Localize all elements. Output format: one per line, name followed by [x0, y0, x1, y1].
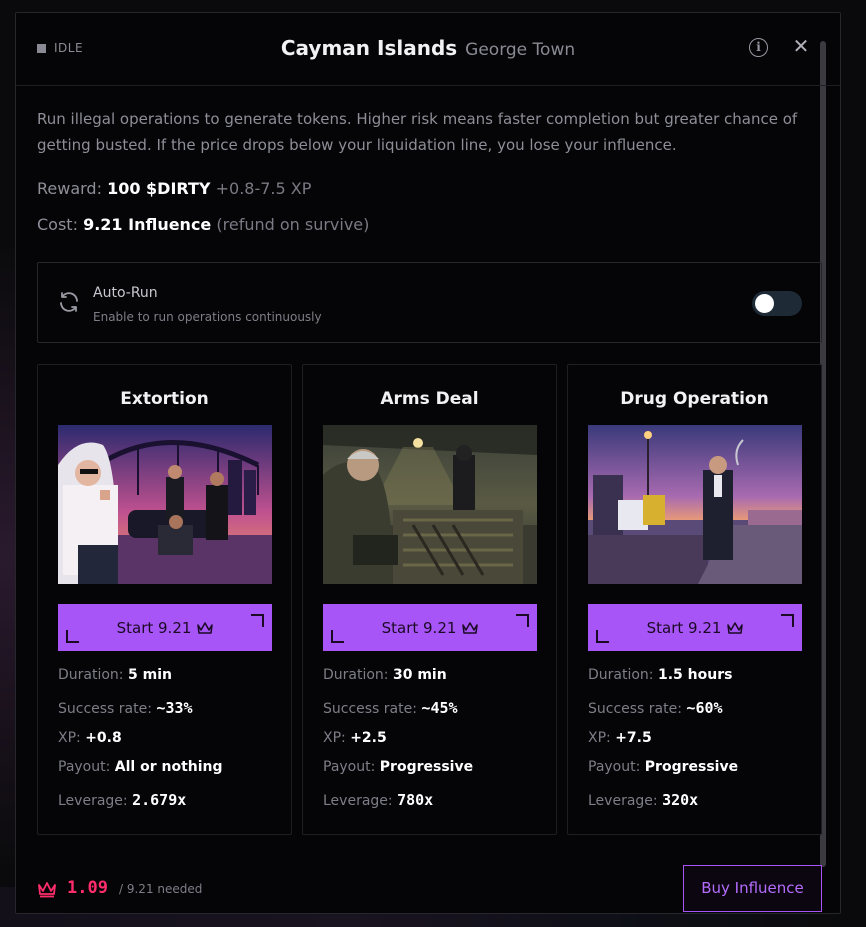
reward-label: Reward: — [37, 179, 102, 198]
corner-bracket-icon — [66, 630, 79, 643]
crown-icon — [38, 882, 56, 898]
operation-title: Arms Deal — [380, 389, 479, 409]
operation-card-extortion: Extortion Start 9.21 Duration: 5 min Suc… — [37, 364, 292, 835]
operation-title: Drug Operation — [620, 389, 769, 409]
payout-row: Payout: Progressive — [323, 759, 473, 775]
buy-influence-button[interactable]: Buy Influence — [683, 865, 822, 912]
stat-label: Payout: — [323, 759, 376, 775]
leverage-value: 2.679x — [132, 791, 187, 809]
extortion-illustration — [58, 425, 272, 584]
autorun-subtitle: Enable to run operations continuously — [93, 310, 322, 324]
crown-icon — [727, 621, 744, 634]
stat-label: Leverage: — [58, 793, 128, 809]
stat-label: Leverage: — [323, 793, 393, 809]
operation-card-drug-operation: Drug Operation Start 9.21 Duration: 1.5 … — [567, 364, 822, 835]
stat-label: Duration: — [588, 667, 654, 683]
duration-value: 5 min — [127, 667, 172, 683]
cost-note: (refund on survive) — [216, 215, 370, 234]
leverage-row: Leverage: 780x — [323, 791, 433, 809]
start-label: Start 9.21 — [646, 618, 722, 637]
autorun-toggle[interactable] — [752, 291, 802, 316]
payout-value: Progressive — [379, 759, 474, 775]
cost-label: Cost: — [37, 215, 78, 234]
duration-row: Duration: 30 min — [323, 667, 447, 683]
corner-bracket-icon — [251, 614, 264, 627]
payout-row: Payout: Progressive — [588, 759, 738, 775]
modal-header: IDLE Cayman Islands George Town i ✕ — [16, 13, 840, 86]
payout-value: All or nothing — [114, 759, 223, 775]
start-button[interactable]: Start 9.21 — [323, 604, 537, 651]
crown-icon — [197, 621, 214, 634]
close-icon[interactable]: ✕ — [790, 35, 812, 57]
autorun-panel: Auto-Run Enable to run operations contin… — [37, 262, 822, 343]
success-value: ~60% — [686, 699, 723, 717]
autorun-title: Auto-Run — [93, 285, 158, 301]
description: Run illegal operations to generate token… — [37, 110, 798, 154]
leverage-row: Leverage: 2.679x — [58, 791, 186, 809]
xp-row: XP: +0.8 — [58, 730, 122, 746]
stat-label: Duration: — [323, 667, 389, 683]
stat-label: Duration: — [58, 667, 124, 683]
stat-label: Success rate: — [58, 701, 152, 717]
payout-value: Progressive — [644, 759, 739, 775]
info-icon[interactable]: i — [749, 38, 768, 57]
stat-label: Success rate: — [588, 701, 682, 717]
refresh-icon — [60, 292, 78, 312]
stat-label: Payout: — [58, 759, 111, 775]
cost-line: Cost: 9.21 Influence (refund on survive) — [37, 215, 369, 234]
corner-bracket-icon — [596, 630, 609, 643]
cost-amount: 9.21 Influence — [83, 215, 212, 234]
toggle-knob — [755, 294, 774, 313]
success-row: Success rate: ~45% — [323, 699, 458, 717]
xp-value: +7.5 — [615, 730, 652, 746]
duration-row: Duration: 5 min — [58, 667, 172, 683]
xp-value: +2.5 — [350, 730, 387, 746]
location-subtitle: George Town — [465, 40, 576, 60]
drug-operation-illustration — [588, 425, 802, 584]
reward-line: Reward: 100 $DIRTY +0.8-7.5 XP — [37, 179, 311, 198]
location-title: Cayman Islands — [280, 36, 458, 60]
success-value: ~33% — [156, 699, 193, 717]
stat-label: XP: — [323, 730, 346, 746]
start-button[interactable]: Start 9.21 — [588, 604, 802, 651]
operation-card-arms-deal: Arms Deal Start 9.21 Duration: 30 min Su… — [302, 364, 557, 835]
arms-deal-illustration — [323, 425, 537, 584]
corner-bracket-icon — [331, 630, 344, 643]
leverage-value: 320x — [662, 791, 699, 809]
leverage-row: Leverage: 320x — [588, 791, 698, 809]
start-button[interactable]: Start 9.21 — [58, 604, 272, 651]
success-row: Success rate: ~33% — [58, 699, 193, 717]
influence-balance: 1.09 — [67, 878, 108, 898]
stat-label: Payout: — [588, 759, 641, 775]
start-label: Start 9.21 — [381, 618, 457, 637]
influence-needed: / 9.21 needed — [119, 882, 203, 896]
xp-value: +0.8 — [85, 730, 122, 746]
duration-value: 1.5 hours — [657, 667, 733, 683]
operation-modal: IDLE Cayman Islands George Town i ✕ Run i… — [15, 12, 841, 914]
crown-icon — [462, 621, 479, 634]
success-value: ~45% — [421, 699, 458, 717]
start-label: Start 9.21 — [116, 618, 192, 637]
duration-value: 30 min — [392, 667, 447, 683]
reward-xp: +0.8-7.5 XP — [215, 179, 312, 198]
stat-label: Leverage: — [588, 793, 658, 809]
duration-row: Duration: 1.5 hours — [588, 667, 732, 683]
title-group: Cayman Islands George Town — [16, 36, 840, 60]
stat-label: XP: — [588, 730, 611, 746]
success-row: Success rate: ~60% — [588, 699, 723, 717]
corner-bracket-icon — [516, 614, 529, 627]
payout-row: Payout: All or nothing — [58, 759, 223, 775]
corner-bracket-icon — [781, 614, 794, 627]
reward-amount: 100 $DIRTY — [107, 179, 211, 198]
stat-label: Success rate: — [323, 701, 417, 717]
xp-row: XP: +2.5 — [323, 730, 387, 746]
operation-title: Extortion — [120, 389, 209, 409]
xp-row: XP: +7.5 — [588, 730, 652, 746]
stat-label: XP: — [58, 730, 81, 746]
leverage-value: 780x — [397, 791, 434, 809]
